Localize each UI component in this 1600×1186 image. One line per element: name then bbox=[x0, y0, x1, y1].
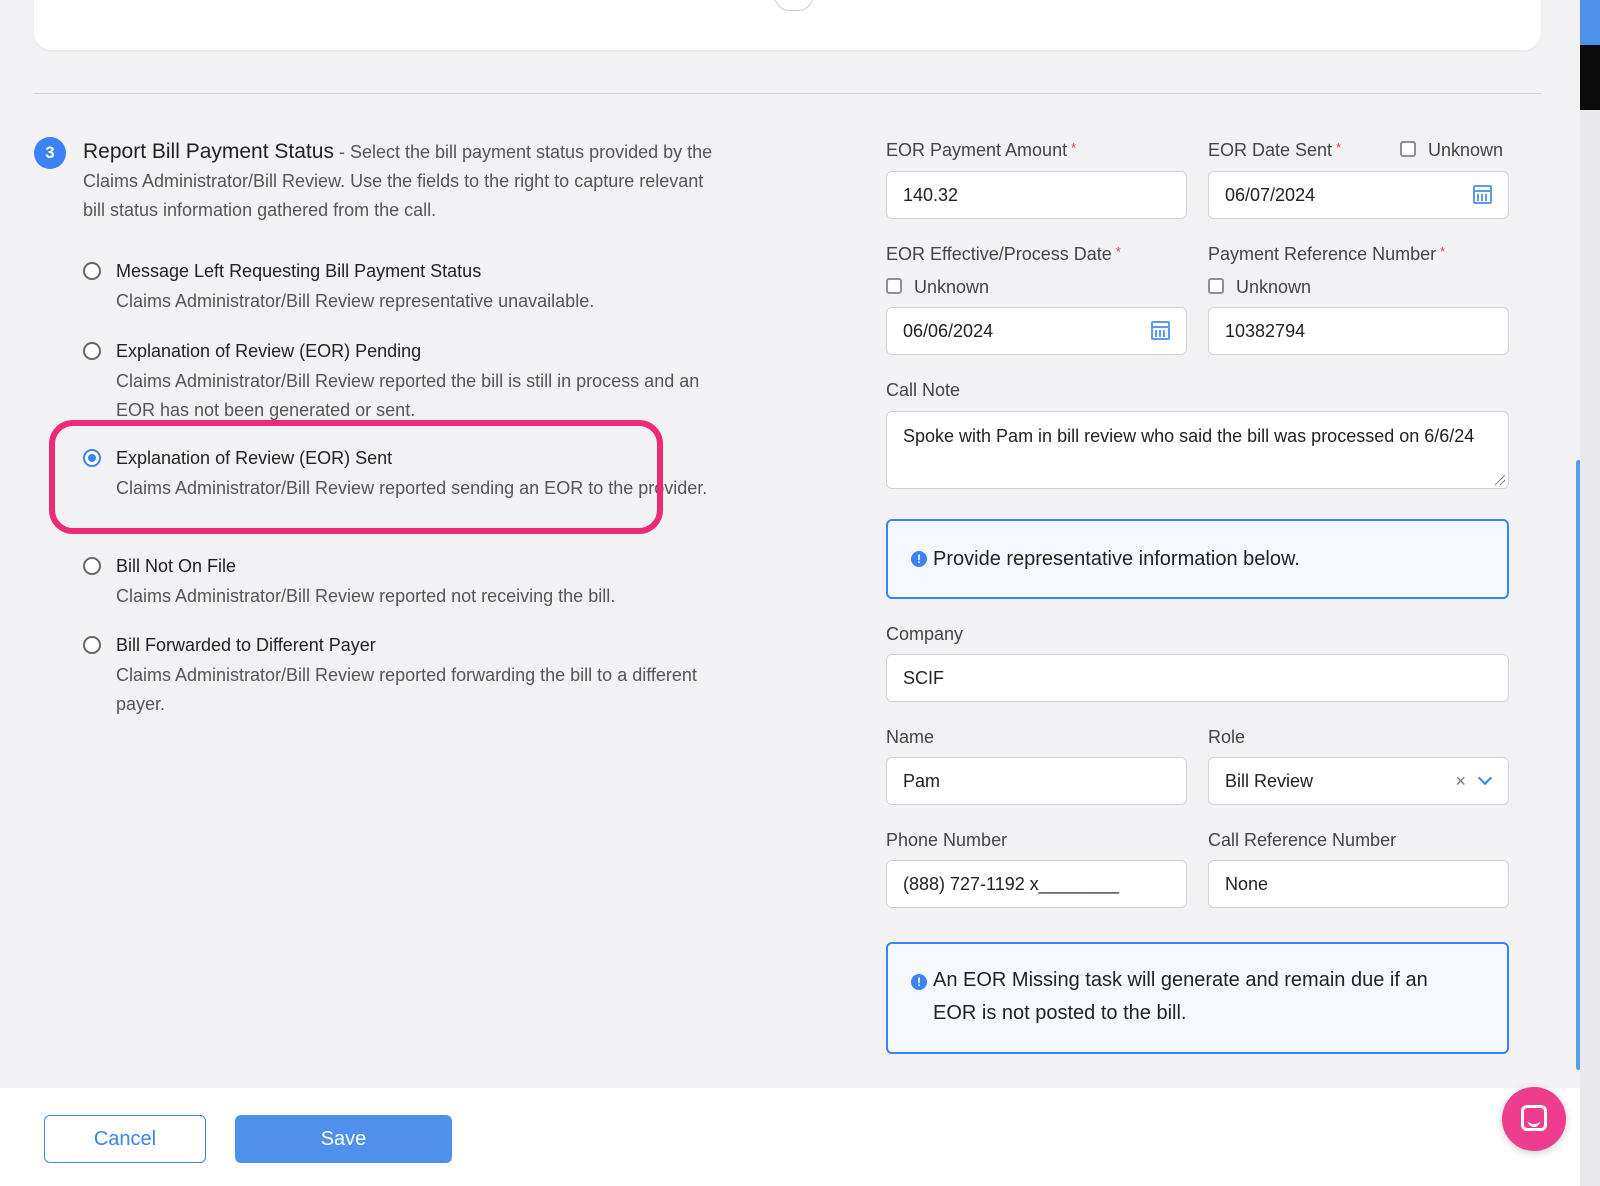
eor-payment-amount-field[interactable]: 140.32 bbox=[886, 171, 1187, 219]
page: ▾ 3 Report Bill Payment Status - Select … bbox=[0, 0, 1580, 1186]
chat-icon bbox=[1521, 1105, 1547, 1131]
option-eor-pending[interactable]: Explanation of Review (EOR) Pending Clai… bbox=[83, 338, 723, 425]
company-label: Company bbox=[886, 624, 964, 644]
option-description: Claims Administrator/Bill Review reporte… bbox=[116, 371, 700, 420]
option-message-left[interactable]: Message Left Requesting Bill Payment Sta… bbox=[83, 258, 723, 316]
role-label: Role bbox=[1208, 727, 1246, 747]
role-value: Bill Review bbox=[1225, 771, 1314, 791]
eor-effective-date-value: 06/06/2024 bbox=[903, 321, 994, 341]
option-title: Bill Not On File bbox=[116, 556, 237, 576]
radio-button[interactable] bbox=[83, 262, 101, 280]
chat-launcher-button[interactable] bbox=[1502, 1087, 1566, 1151]
required-marker: * bbox=[1336, 140, 1342, 155]
call-note-label: Call Note bbox=[886, 380, 961, 400]
clear-icon[interactable]: × bbox=[1455, 758, 1466, 804]
section-divider bbox=[34, 93, 1541, 94]
unknown-label: Unknown bbox=[914, 277, 990, 297]
option-title: Message Left Requesting Bill Payment Sta… bbox=[116, 261, 482, 281]
eor-date-sent-value: 06/07/2024 bbox=[1225, 185, 1316, 205]
edge-segment bbox=[1580, 45, 1600, 110]
eor-payment-amount-label: EOR Payment Amount * bbox=[886, 140, 1077, 160]
calendar-icon[interactable] bbox=[1473, 185, 1492, 204]
collapse-chevron-icon[interactable]: ▾ bbox=[774, 0, 814, 11]
save-button[interactable]: Save bbox=[235, 1115, 452, 1163]
payment-reference-unknown-checkbox[interactable] bbox=[1208, 278, 1224, 294]
info-icon: ! bbox=[911, 551, 927, 567]
highlight-annotation bbox=[49, 420, 663, 534]
section-title: Report Bill Payment Status bbox=[83, 140, 334, 163]
info-icon: ! bbox=[911, 974, 927, 990]
option-description: Claims Administrator/Bill Review represe… bbox=[116, 291, 595, 311]
window-edge bbox=[1580, 0, 1600, 1186]
option-bill-forwarded[interactable]: Bill Forwarded to Different Payer Claims… bbox=[83, 632, 723, 719]
edge-segment bbox=[1580, 0, 1600, 45]
eor-effective-date-field[interactable]: 06/06/2024 bbox=[886, 307, 1187, 355]
eor-date-sent-field[interactable]: 06/07/2024 bbox=[1208, 171, 1509, 219]
call-note-text: Spoke with Pam in bill review who said t… bbox=[903, 426, 1475, 446]
cancel-button[interactable]: Cancel bbox=[44, 1115, 206, 1163]
eor-effective-unknown-checkbox[interactable] bbox=[886, 278, 902, 294]
required-marker: * bbox=[1440, 244, 1446, 259]
eor-missing-info-alert: ! An EOR Missing task will generate and … bbox=[886, 942, 1509, 1054]
radio-button[interactable] bbox=[83, 342, 101, 360]
option-title: Explanation of Review (EOR) Pending bbox=[116, 341, 422, 361]
radio-button[interactable] bbox=[83, 557, 101, 575]
step-badge: 3 bbox=[34, 137, 66, 169]
section-intro: Report Bill Payment Status - Select the … bbox=[83, 137, 723, 225]
name-label: Name bbox=[886, 727, 935, 747]
role-select[interactable]: Bill Review × bbox=[1208, 757, 1509, 805]
payment-reference-number-label: Payment Reference Number * bbox=[1208, 244, 1446, 264]
radio-button[interactable] bbox=[83, 636, 101, 654]
chevron-down-icon[interactable] bbox=[1477, 770, 1493, 786]
payment-reference-number-field[interactable]: 10382794 bbox=[1208, 307, 1509, 355]
phone-number-label: Phone Number bbox=[886, 830, 1008, 850]
phone-number-field[interactable]: (888) 727-1192 x________ bbox=[886, 860, 1187, 908]
eor-date-sent-label: EOR Date Sent * bbox=[1208, 140, 1342, 160]
footer-bar: Cancel Save bbox=[0, 1088, 1580, 1186]
eor-missing-info-text: An EOR Missing task will generate and re… bbox=[933, 969, 1428, 1024]
edge-segment bbox=[1580, 110, 1600, 1186]
required-marker: * bbox=[1071, 140, 1077, 155]
top-card: ▾ bbox=[34, 0, 1541, 50]
call-reference-number-label: Call Reference Number bbox=[1208, 830, 1397, 850]
option-bill-not-on-file[interactable]: Bill Not On File Claims Administrator/Bi… bbox=[83, 553, 723, 611]
eor-date-sent-unknown-checkbox[interactable] bbox=[1400, 141, 1416, 157]
option-description: Claims Administrator/Bill Review reporte… bbox=[116, 665, 697, 714]
option-description: Claims Administrator/Bill Review reporte… bbox=[116, 586, 616, 606]
representative-info-alert: ! Provide representative information bel… bbox=[886, 519, 1509, 599]
eor-effective-date-label: EOR Effective/Process Date * bbox=[886, 244, 1121, 264]
resize-handle-icon[interactable] bbox=[1495, 475, 1505, 485]
call-reference-number-field[interactable]: None bbox=[1208, 860, 1509, 908]
option-title: Bill Forwarded to Different Payer bbox=[116, 635, 376, 655]
calendar-icon[interactable] bbox=[1151, 321, 1170, 340]
company-field[interactable]: SCIF bbox=[886, 654, 1509, 702]
unknown-label: Unknown bbox=[1428, 140, 1504, 160]
call-note-textarea[interactable]: Spoke with Pam in bill review who said t… bbox=[886, 411, 1509, 489]
representative-info-text: Provide representative information below… bbox=[933, 548, 1300, 570]
unknown-label: Unknown bbox=[1236, 277, 1312, 297]
required-marker: * bbox=[1115, 244, 1121, 259]
name-field[interactable]: Pam bbox=[886, 757, 1187, 805]
